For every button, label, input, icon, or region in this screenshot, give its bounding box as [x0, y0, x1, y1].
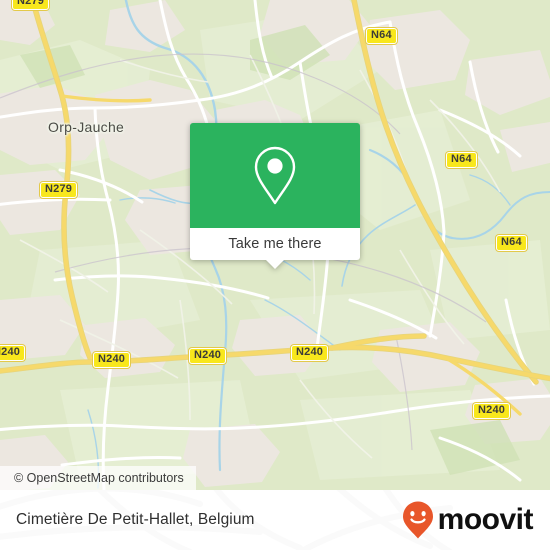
moovit-brand[interactable]: moovit	[401, 500, 534, 540]
road-shield-n64-right[interactable]: N64	[496, 235, 527, 251]
road-shield-n240-se[interactable]: N240	[473, 403, 511, 419]
footer-bar: Cimetière De Petit-Hallet, Belgium moovi…	[0, 490, 550, 550]
moovit-wordmark: moovit	[437, 503, 534, 536]
map-attribution[interactable]: © OpenStreetMap contributors	[0, 466, 196, 490]
take-me-there-label: Take me there	[228, 236, 322, 252]
road-shield-n64-top[interactable]: N64	[366, 28, 397, 44]
place-title: Cimetière De Petit-Hallet, Belgium	[16, 511, 255, 528]
moovit-smiley-pin-icon	[402, 501, 433, 539]
map-pin-icon	[254, 146, 296, 204]
moovit-place-card: Orp-Jauche N279 N279 N64 N64 N64 N240 N2…	[0, 0, 550, 550]
road-shield-n240-left[interactable]: N240	[93, 352, 131, 368]
road-shield-n279[interactable]: N279	[40, 182, 78, 198]
popup-tail	[265, 259, 285, 269]
attribution-text: © OpenStreetMap contributors	[14, 471, 184, 485]
popup-action-area[interactable]: Take me there	[190, 228, 360, 269]
road-shield-n279-top[interactable]: N279	[12, 0, 50, 10]
place-label-orp-jauche: Orp-Jauche	[48, 119, 125, 135]
road-shield-n240-mid[interactable]: N240	[189, 348, 227, 364]
road-shield-n240-east[interactable]: N240	[291, 345, 329, 361]
map-canvas[interactable]: Orp-Jauche N279 N279 N64 N64 N64 N240 N2…	[0, 0, 550, 490]
place-popup-card[interactable]: Take me there	[190, 123, 360, 269]
popup-icon-area	[190, 123, 360, 228]
road-shield-n64-mid[interactable]: N64	[446, 152, 477, 168]
road-shield-n240-edge[interactable]: N240	[0, 345, 26, 361]
